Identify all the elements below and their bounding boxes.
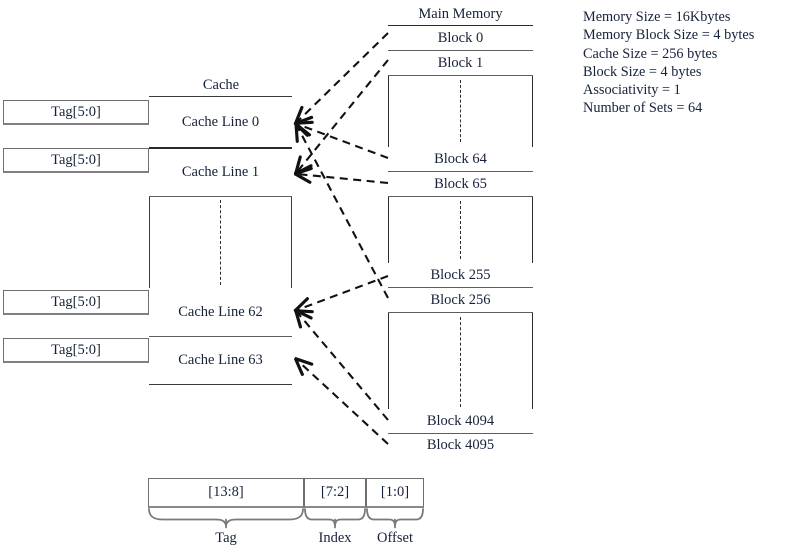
arrow-block1-to-line1 [297,59,389,172]
tag-box-line-0: Tag[5:0] [3,100,149,125]
memory-block-1: Block 1 [388,51,533,76]
spec-memory-block-size: Memory Block Size = 4 bytes [583,27,755,44]
memory-block-0: Block 0 [388,26,533,51]
arrow-block0-to-line0 [297,32,389,122]
tag-box-line-62: Tag[5:0] [3,290,149,315]
cache-mapping-diagram: Cache Main Memory Tag[5:0] Tag[5:0] Tag[… [0,0,792,554]
cache-title: Cache [202,77,240,93]
memory-ellipsis-middle [460,201,461,259]
address-field-label-offset: Offset [377,530,413,546]
memory-block-255: Block 255 [388,263,533,288]
brace-offset [366,508,424,526]
brace-index [304,508,366,526]
spec-number-of-sets: Number of Sets = 64 [583,100,703,117]
arrow-block64-to-line0 [297,124,389,159]
spec-memory-size: Memory Size = 16Kbytes [583,9,731,25]
address-field-label-tag: Tag [215,530,237,546]
arrow-block4094-to-line62 [297,312,389,421]
cache-line-62: Cache Line 62 [149,288,292,337]
tag-box-line-1: Tag[5:0] [3,148,149,173]
memory-block-4095: Block 4095 [388,434,533,457]
brace-tag [148,508,304,526]
arrow-block65-to-line1 [297,174,389,185]
cache-line-63: Cache Line 63 [149,337,292,384]
address-field-index-range: [7:2] [304,478,366,508]
cache-spec-list: Memory Size = 16Kbytes Memory Block Size… [583,8,788,118]
address-field-offset-range: [1:0] [366,478,424,508]
cache-ellipsis [220,200,221,285]
memory-block-4094: Block 4094 [388,409,533,434]
cache-line-0: Cache Line 0 [149,97,292,149]
cache-line-1: Cache Line 1 [149,149,292,197]
main-memory-title: Main Memory [418,6,503,22]
memory-ellipsis-bottom [460,317,461,407]
arrow-block4095-to-line63 [297,360,389,445]
memory-block-65: Block 65 [388,172,533,197]
arrow-block255-to-line62 [297,275,389,310]
spec-block-size: Block Size = 4 bytes [583,63,702,80]
memory-ellipsis-top [460,80,461,142]
tag-box-line-63: Tag[5:0] [3,338,149,363]
address-field-tag-range: [13:8] [148,478,304,508]
arrow-block256-to-line0 [297,126,389,299]
memory-block-64: Block 64 [388,147,533,172]
spec-associativity: Associativity = 1 [583,82,681,99]
memory-block-256: Block 256 [388,288,533,313]
spec-cache-size: Cache Size = 256 bytes [583,45,718,62]
